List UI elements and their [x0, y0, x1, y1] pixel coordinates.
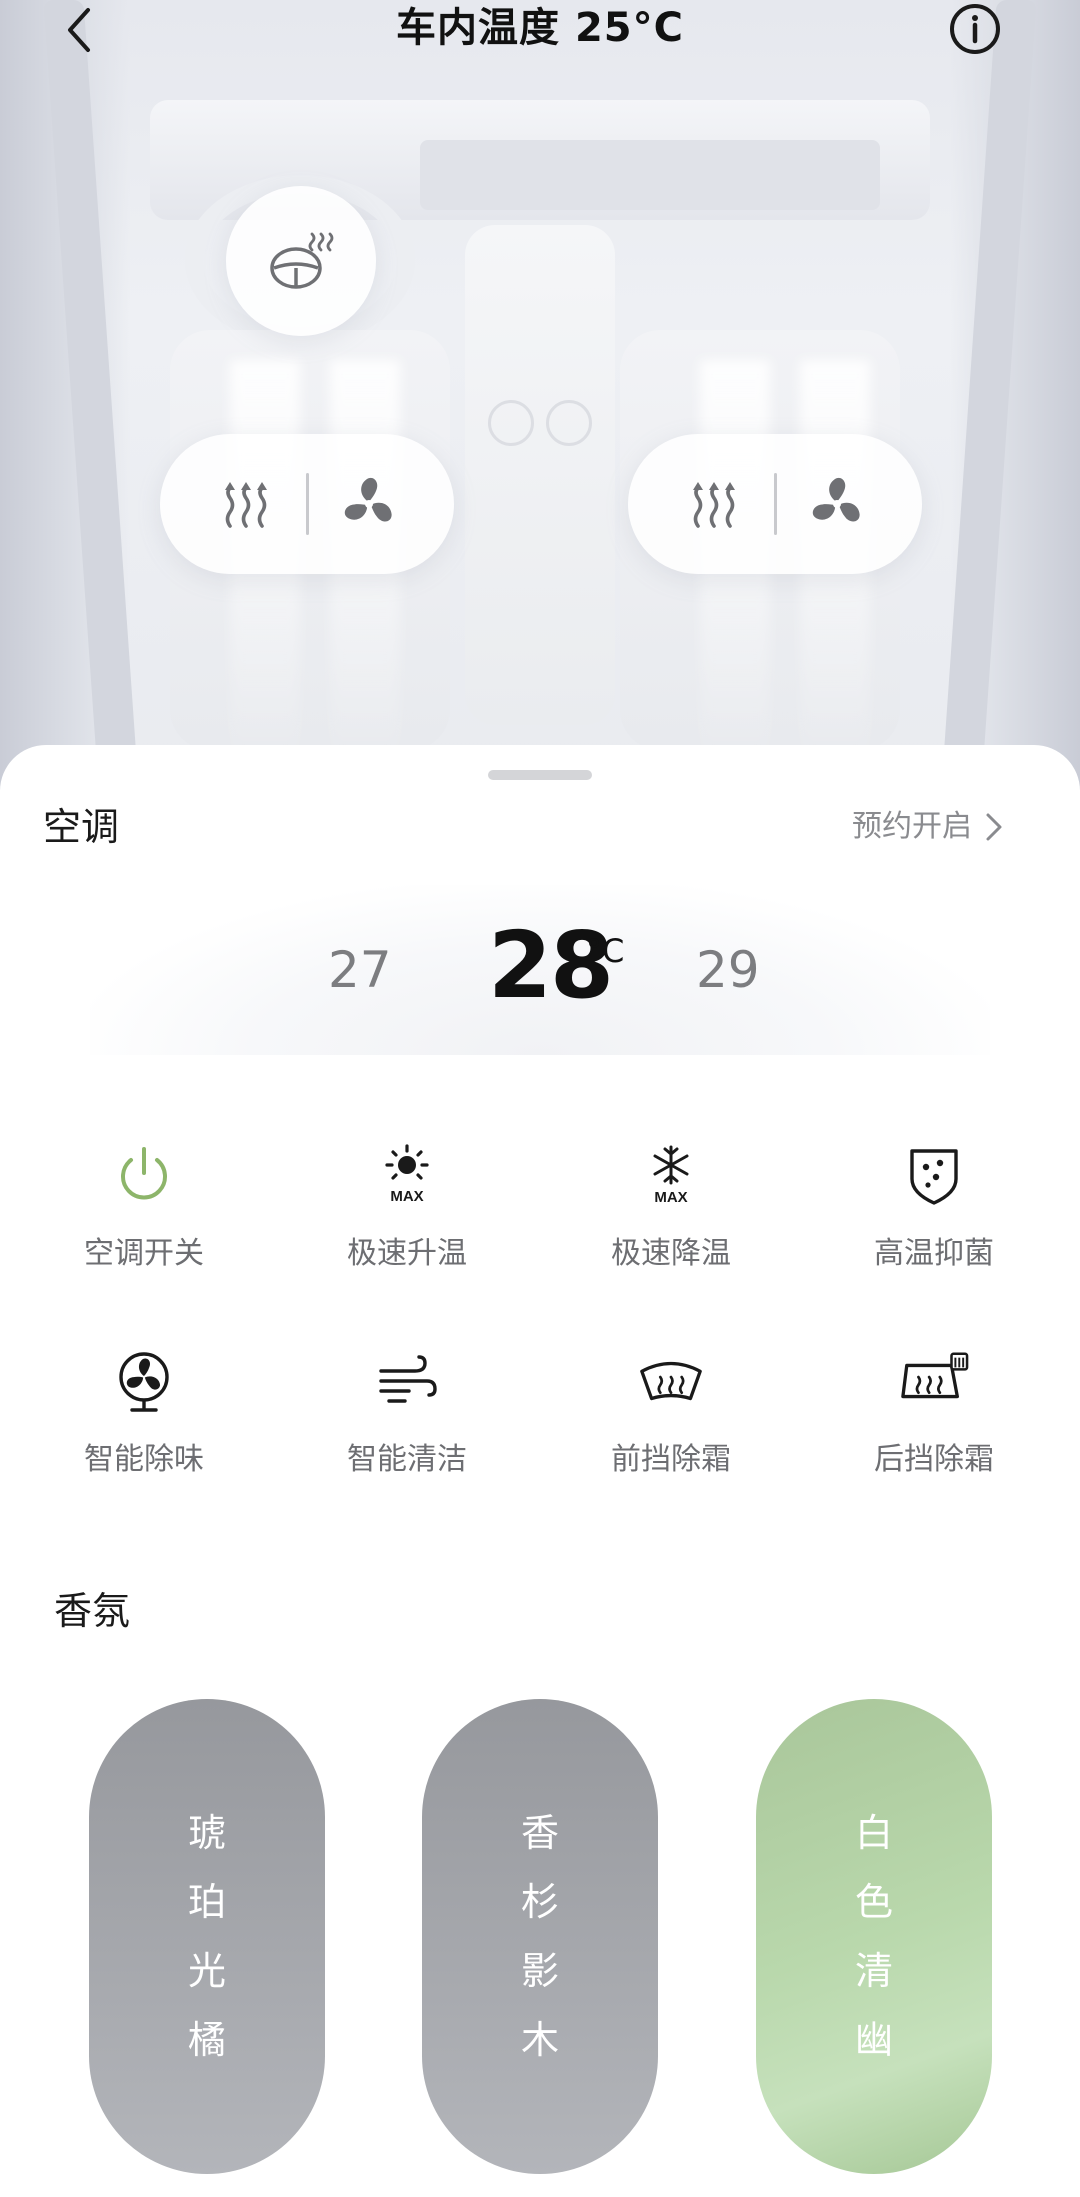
smart-clean-button[interactable]: 智能清洁	[307, 1346, 507, 1496]
temp-option-prev[interactable]: 27	[328, 940, 392, 1000]
cup-holder	[546, 400, 592, 446]
info-button[interactable]	[948, 2, 1002, 56]
driver-seat-heat-button[interactable]	[211, 469, 281, 539]
shield-dots-icon	[910, 1149, 958, 1205]
wind-icon	[379, 1355, 437, 1403]
snowflake-max-icon: MAX	[653, 1145, 689, 1206]
fragrance-name-char: 色	[854, 1879, 893, 1924]
fragrance-name-char: 木	[520, 2017, 559, 2062]
divider	[305, 473, 309, 535]
rear-defrost-label: 后挡除霜	[874, 1442, 994, 1477]
fragrance-option-cedar-wood[interactable]: 香 杉 影 木	[422, 1699, 658, 2174]
car-interior-view	[0, 0, 1080, 790]
fragrance-name-char: 杉	[520, 1879, 559, 1924]
temp-unit: °C	[586, 932, 625, 970]
dashboard-vent	[420, 140, 880, 210]
rapid-cool-button[interactable]: MAX 极速降温	[571, 1140, 771, 1290]
smart-clean-label: 智能清洁	[347, 1442, 467, 1477]
seat-heat-icon	[224, 482, 267, 528]
fragrance-name-char: 幽	[854, 2017, 893, 2062]
top-bar: 车内温度 25°C	[0, 0, 1080, 60]
sheet-grabber[interactable]	[488, 770, 592, 780]
page-title: 车内温度 25°C	[396, 5, 684, 51]
ac-section-title: 空调	[43, 805, 120, 849]
smart-deodorize-button[interactable]: 智能除味	[44, 1346, 244, 1496]
rear-defrost-icon	[901, 1352, 969, 1399]
passenger-seat-vent-button[interactable]	[802, 469, 872, 539]
front-defrost-button[interactable]: 前挡除霜	[571, 1346, 771, 1496]
front-defrost-label: 前挡除霜	[611, 1442, 731, 1477]
power-icon	[121, 1147, 167, 1200]
fragrance-name-char: 橘	[187, 2017, 226, 2062]
ac-power-button[interactable]: 空调开关	[44, 1140, 244, 1290]
front-defrost-icon	[640, 1361, 702, 1401]
svg-text:MAX: MAX	[654, 1189, 687, 1206]
schedule-label: 预约开启	[852, 809, 972, 844]
rear-defrost-button[interactable]: 后挡除霜	[834, 1346, 1034, 1496]
cup-holder	[488, 400, 534, 446]
fan-icon	[344, 477, 392, 522]
rapid-cool-label: 极速降温	[611, 1236, 731, 1271]
fragrance-option-amber-orange[interactable]: 琥 珀 光 橘	[89, 1699, 325, 2174]
schedule-button[interactable]: 预约开启	[852, 805, 1004, 849]
divider	[773, 473, 777, 535]
steering-wheel-heat-button[interactable]	[226, 186, 376, 336]
svg-text:MAX: MAX	[390, 1188, 423, 1205]
temp-option-next[interactable]: 29	[696, 940, 760, 1000]
steering-wheel-heat-icon	[270, 232, 334, 289]
fan-circle-icon	[119, 1352, 169, 1412]
driver-seat-vent-button[interactable]	[334, 469, 404, 539]
fragrance-name-char: 光	[187, 1948, 226, 1993]
fragrance-name-char: 香	[520, 1810, 559, 1855]
center-console	[465, 225, 615, 725]
fragrance-name-char: 白	[854, 1810, 893, 1855]
rapid-heat-button[interactable]: MAX 极速升温	[307, 1140, 507, 1290]
fragrance-name-char: 琥	[187, 1810, 226, 1855]
smart-deodorize-label: 智能除味	[84, 1442, 204, 1477]
passenger-seat-controls	[628, 434, 922, 574]
sterilize-label: 高温抑菌	[874, 1236, 994, 1271]
sun-max-icon: MAX	[385, 1144, 429, 1205]
fragrance-name-char: 清	[854, 1948, 893, 1993]
chevron-right-icon	[986, 813, 1002, 841]
fragrance-option-white-serene[interactable]: 白 色 清 幽	[756, 1699, 992, 2174]
fan-icon	[812, 477, 860, 522]
rapid-heat-label: 极速升温	[347, 1236, 467, 1271]
info-circle-icon	[950, 4, 1000, 54]
passenger-seat-heat-button[interactable]	[679, 469, 749, 539]
ac-power-label: 空调开关	[84, 1236, 204, 1271]
climate-sheet: 空调 预约开启 27 28 °C 29 空调开关 MAX 极速升温 MAX 极速…	[0, 745, 1080, 2197]
fragrance-section-title: 香氛	[54, 1589, 131, 1633]
sterilize-button[interactable]: 高温抑菌	[834, 1140, 1034, 1290]
fragrance-name-char: 珀	[187, 1879, 226, 1924]
driver-seat-controls	[160, 434, 454, 574]
fragrance-name-char: 影	[520, 1948, 559, 1993]
seat-heat-icon	[692, 482, 735, 528]
